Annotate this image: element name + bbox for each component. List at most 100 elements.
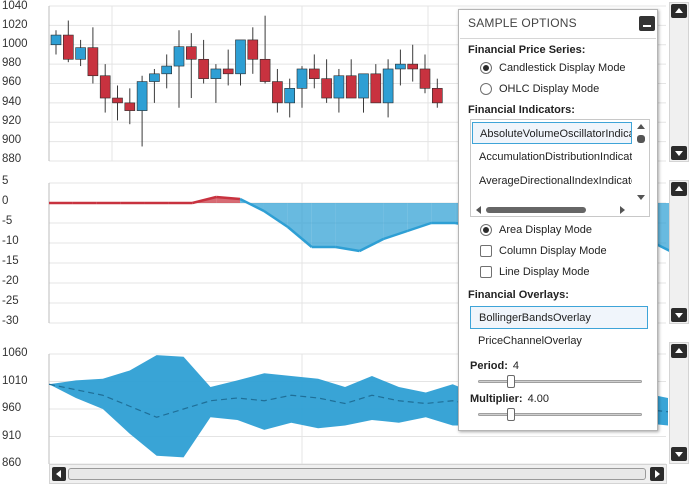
indicator-chart-scrollbar[interactable] bbox=[669, 180, 689, 324]
candle-body bbox=[284, 88, 296, 104]
period-row: Period: 4 bbox=[470, 360, 519, 372]
candle-body bbox=[235, 39, 246, 75]
price-series-heading: Financial Price Series: bbox=[468, 44, 586, 56]
overlay-item[interactable]: PriceChannelOverlay bbox=[470, 330, 648, 353]
multiplier-label: Multiplier: bbox=[470, 393, 523, 405]
overlays-heading: Financial Overlays: bbox=[468, 289, 569, 301]
indicator-area bbox=[383, 203, 408, 239]
line-mode-label: Line Display Mode bbox=[499, 266, 590, 278]
divider bbox=[460, 38, 656, 39]
overlay-chart-scrollbar[interactable] bbox=[669, 342, 689, 464]
candle-body bbox=[247, 39, 259, 60]
price-tick: 920 bbox=[2, 115, 22, 127]
candle-body bbox=[75, 47, 86, 60]
scroll-down-button[interactable] bbox=[671, 308, 687, 322]
candle-body bbox=[149, 73, 160, 82]
multiplier-slider[interactable] bbox=[478, 408, 642, 421]
scroll-down-icon[interactable] bbox=[637, 195, 645, 200]
price-tick: 900 bbox=[2, 134, 22, 146]
candle-body bbox=[382, 68, 394, 104]
indicator-area bbox=[287, 203, 312, 247]
scroll-up-button[interactable] bbox=[671, 4, 687, 18]
list-item[interactable]: AbsoluteVolumeOscillatorIndicator bbox=[472, 122, 632, 144]
overlay-tick: 910 bbox=[2, 430, 22, 442]
candle-body bbox=[358, 73, 369, 99]
time-scrollbar[interactable] bbox=[49, 464, 667, 484]
candle-body bbox=[136, 81, 148, 111]
scroll-right-button[interactable] bbox=[650, 467, 664, 481]
price-tick: 980 bbox=[2, 57, 22, 69]
slider-thumb[interactable] bbox=[507, 408, 515, 421]
candle-body bbox=[407, 63, 419, 70]
scroll-left-button[interactable] bbox=[52, 467, 66, 481]
candle-body bbox=[296, 68, 308, 89]
line-mode-option[interactable]: Line Display Mode bbox=[480, 266, 590, 278]
sample-options-panel: SAMPLE OPTIONS Financial Price Series: C… bbox=[458, 9, 658, 431]
scroll-up-button[interactable] bbox=[671, 182, 687, 196]
slider-thumb[interactable] bbox=[507, 375, 515, 388]
list-vertical-scrollbar[interactable] bbox=[634, 120, 649, 204]
candle-body bbox=[99, 75, 111, 99]
scroll-thumb[interactable] bbox=[486, 207, 586, 213]
period-label: Period: bbox=[470, 360, 508, 372]
candlestick-option[interactable]: Candlestick Display Mode bbox=[480, 62, 626, 74]
price-tick: 1040 bbox=[2, 0, 28, 12]
candle-body bbox=[259, 58, 271, 82]
indicator-tick: -30 bbox=[2, 315, 19, 327]
candle-body bbox=[222, 68, 234, 75]
indicator-list[interactable]: AbsoluteVolumeOscillatorIndicator Accumu… bbox=[470, 119, 650, 217]
list-item[interactable]: AccumulationDistributionIndicator bbox=[472, 146, 632, 168]
period-value: 4 bbox=[512, 360, 520, 372]
scroll-left-icon[interactable] bbox=[476, 206, 481, 214]
price-tick: 1020 bbox=[2, 19, 28, 31]
list-item[interactable]: AverageDirectionalIndexIndicator bbox=[472, 170, 632, 192]
indicator-area bbox=[311, 203, 336, 247]
minimize-button[interactable] bbox=[639, 16, 655, 31]
scroll-down-button[interactable] bbox=[671, 146, 687, 160]
checkbox-icon[interactable] bbox=[480, 266, 492, 278]
overlay-tick: 860 bbox=[2, 457, 22, 469]
overlay-item[interactable]: BollingerBandsOverlay bbox=[470, 306, 648, 329]
ohlc-option[interactable]: OHLC Display Mode bbox=[480, 83, 599, 95]
area-mode-option[interactable]: Area Display Mode bbox=[480, 224, 592, 236]
price-tick: 960 bbox=[2, 76, 22, 88]
candlestick-label: Candlestick Display Mode bbox=[499, 62, 626, 74]
price-chart-scrollbar[interactable] bbox=[669, 2, 689, 162]
candle-body bbox=[112, 97, 123, 104]
column-mode-label: Column Display Mode bbox=[499, 245, 607, 257]
radio-selected-icon[interactable] bbox=[480, 62, 492, 74]
scroll-right-icon[interactable] bbox=[620, 206, 625, 214]
candle-body bbox=[161, 65, 172, 75]
radio-selected-icon[interactable] bbox=[480, 224, 492, 236]
overlay-tick: 1010 bbox=[2, 375, 28, 387]
candle-body bbox=[370, 73, 382, 104]
indicator-area bbox=[335, 203, 360, 251]
list-horizontal-scrollbar[interactable] bbox=[471, 204, 633, 216]
column-mode-option[interactable]: Column Display Mode bbox=[480, 245, 607, 257]
scroll-up-icon[interactable] bbox=[637, 124, 645, 129]
indicator-tick: -20 bbox=[2, 275, 19, 287]
price-tick: 880 bbox=[2, 153, 22, 165]
scroll-up-button[interactable] bbox=[671, 344, 687, 358]
scroll-thumb[interactable] bbox=[637, 135, 645, 143]
checkbox-icon[interactable] bbox=[480, 245, 492, 257]
indicator-tick: 5 bbox=[2, 175, 9, 187]
panel-title: SAMPLE OPTIONS bbox=[468, 16, 577, 30]
candle-body bbox=[87, 47, 99, 77]
candle-body bbox=[333, 75, 345, 99]
candle-body bbox=[321, 78, 332, 99]
period-slider[interactable] bbox=[478, 375, 642, 388]
candle-body bbox=[198, 58, 209, 79]
scroll-thumb[interactable] bbox=[68, 468, 646, 480]
radio-icon[interactable] bbox=[480, 83, 492, 95]
candle-body bbox=[186, 46, 197, 60]
ohlc-label: OHLC Display Mode bbox=[499, 83, 600, 95]
candle-body bbox=[50, 34, 62, 46]
indicator-tick: -15 bbox=[2, 255, 19, 267]
scroll-down-button[interactable] bbox=[671, 447, 687, 461]
candle-body bbox=[419, 68, 431, 89]
candle-body bbox=[272, 81, 283, 104]
overlay-tick: 960 bbox=[2, 402, 22, 414]
area-mode-label: Area Display Mode bbox=[499, 224, 592, 236]
candle-body bbox=[431, 88, 443, 104]
